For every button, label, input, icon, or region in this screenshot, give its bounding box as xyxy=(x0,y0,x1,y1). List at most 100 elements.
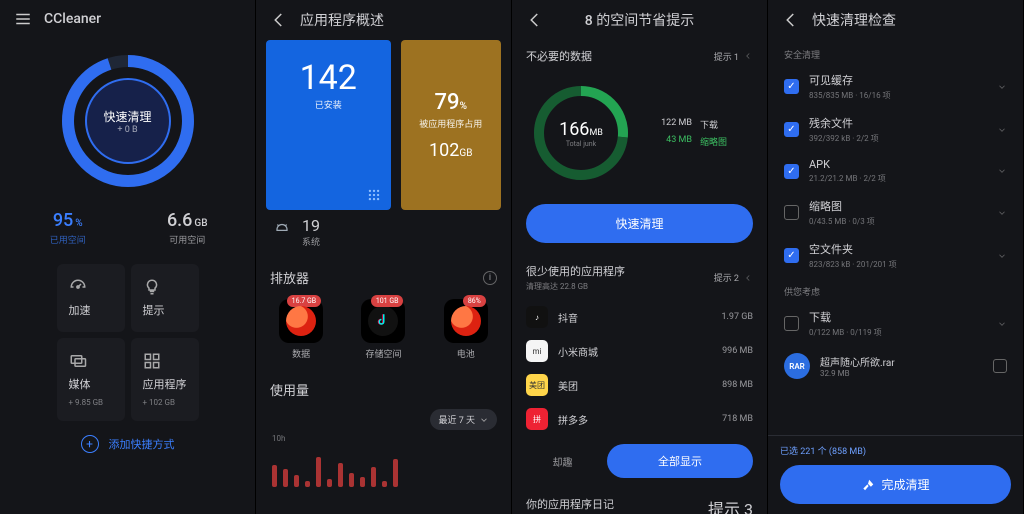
usage-bar xyxy=(382,481,387,487)
usage-heading: 使用量 xyxy=(270,380,309,399)
checkbox[interactable] xyxy=(784,79,799,94)
menu-icon[interactable] xyxy=(14,10,32,28)
chevron-down-icon xyxy=(997,125,1007,135)
finish-clean-button[interactable]: 完成清理 xyxy=(780,465,1011,504)
clean-item-row[interactable]: 空文件夹823/823 kB · 201/201 项 xyxy=(770,234,1021,277)
ring-sub: + 0 B xyxy=(117,125,137,135)
app-icon: 美团 xyxy=(526,374,548,396)
chevron-down-icon xyxy=(997,166,1007,176)
drain-label: 数据 xyxy=(292,347,310,360)
media-icon xyxy=(69,352,87,370)
rar-file-row[interactable]: RAR 超声随心所欲.rar 32.9 MB xyxy=(770,345,1021,387)
info-icon[interactable]: i xyxy=(483,271,497,285)
checkbox[interactable] xyxy=(784,316,799,331)
rare-app-row[interactable]: ♪ 抖音 1.97 GB xyxy=(512,300,767,334)
section-unneeded: 不必要的数据 xyxy=(526,48,592,64)
clean-item-row[interactable]: 可见缓存835/835 MB · 16/16 项 xyxy=(770,65,1021,108)
app-name: 美团 xyxy=(558,378,712,393)
chevron-down-icon xyxy=(997,208,1007,218)
selected-summary: 已选 221 个 (858 MB) xyxy=(780,444,1011,457)
usage-bar xyxy=(349,473,354,487)
axis-label: 10h xyxy=(256,434,511,443)
clean-item-row[interactable]: 残余文件392/392 kB · 2/2 项 xyxy=(770,108,1021,151)
group-safe: 安全清理 xyxy=(770,40,1021,65)
chevron-down-icon xyxy=(997,82,1007,92)
broom-icon xyxy=(861,478,875,492)
usage-bar xyxy=(338,463,343,487)
show-all-button[interactable]: 全部显示 xyxy=(607,444,753,478)
tips-card[interactable]: 提示 xyxy=(131,264,199,332)
occupied-box[interactable]: 79% 被应用程序占用 102GB xyxy=(401,40,502,210)
drain-label: 存储空间 xyxy=(365,347,401,360)
skip-button[interactable]: 却趣 xyxy=(526,454,599,469)
usage-bar xyxy=(327,479,332,487)
grid-dots-icon xyxy=(367,188,381,202)
gauge-icon xyxy=(69,278,87,296)
app-size: 898 MB xyxy=(722,380,753,390)
back-icon[interactable] xyxy=(782,11,800,29)
usage-bar xyxy=(272,465,277,487)
drain-label: 电池 xyxy=(457,347,475,360)
drain-badge: 101 GB xyxy=(371,295,404,307)
system-apps-row[interactable]: 19 系统 xyxy=(256,210,511,248)
range-selector[interactable]: 最近 7 天 xyxy=(430,409,497,430)
android-icon xyxy=(272,222,292,242)
drainer-item[interactable]: 86%电池 xyxy=(444,299,488,360)
usage-bar xyxy=(371,467,376,487)
downloads-row[interactable]: 下载 0/122 MB · 0/119 项 xyxy=(770,302,1021,345)
installed-box[interactable]: 142 已安装 xyxy=(266,40,391,210)
checkbox[interactable] xyxy=(784,164,799,179)
back-icon[interactable] xyxy=(526,11,544,29)
media-card[interactable]: 媒体 + 9.85 GB xyxy=(57,338,125,421)
drainer-item[interactable]: 101 GB存储空间 xyxy=(361,299,405,360)
checkbox[interactable] xyxy=(784,248,799,263)
drainer-heading: 排放器 xyxy=(270,268,309,287)
chevron-down-icon xyxy=(997,319,1007,329)
quick-clean-button[interactable]: 快速清理 xyxy=(526,204,753,243)
add-shortcut-button[interactable]: + 添加快捷方式 xyxy=(65,421,191,467)
checkbox[interactable] xyxy=(993,359,1007,373)
app-size: 1.97 GB xyxy=(721,312,753,322)
page-title: 应用程序概述 xyxy=(300,10,497,30)
rare-app-row[interactable]: 美团美团 898 MB xyxy=(512,368,767,402)
app-icon: 拼 xyxy=(526,408,548,430)
rare-app-row[interactable]: mi小米商城996 MB xyxy=(512,334,767,368)
app-name: 抖音 xyxy=(558,310,711,325)
usage-bar xyxy=(283,469,288,487)
usage-bar xyxy=(294,475,299,487)
tip-1-toggle[interactable]: 提示 1 xyxy=(714,50,753,63)
group-review: 供您考虑 xyxy=(770,277,1021,302)
junk-ring: 166MB Total junk xyxy=(526,78,636,188)
clean-item-row[interactable]: 缩略图0/43.5 MB · 0/3 项 xyxy=(770,191,1021,234)
free-space-stat: 6.6GB 可用空间 xyxy=(128,210,248,246)
quick-clean-ring[interactable]: 快速清理 + 0 B xyxy=(53,46,203,196)
usage-bar xyxy=(393,459,398,487)
app-size: 718 MB xyxy=(722,414,753,424)
tip-2-toggle[interactable]: 提示 2 xyxy=(714,271,753,284)
checkbox[interactable] xyxy=(784,122,799,137)
usage-bar xyxy=(316,457,321,487)
back-icon[interactable] xyxy=(270,11,288,29)
app-size: 996 MB xyxy=(722,346,753,356)
section-rare-apps: 很少使用的应用程序 xyxy=(526,263,625,279)
checkbox[interactable] xyxy=(784,205,799,220)
used-space-stat: 95% 已用空间 xyxy=(8,210,128,246)
app-name: 小米商城 xyxy=(558,344,712,359)
page-title: 快速清理检查 xyxy=(812,10,1009,30)
drainer-item[interactable]: 16.7 GB数据 xyxy=(279,299,323,360)
clean-item-row[interactable]: APK21.2/21.2 MB · 2/2 项 xyxy=(770,151,1021,191)
boost-card[interactable]: 加速 xyxy=(57,264,125,332)
app-icon: ♪ xyxy=(526,306,548,328)
tip-3-toggle[interactable]: 提示 3 xyxy=(708,496,753,514)
bulb-icon xyxy=(143,278,161,296)
chevron-down-icon xyxy=(997,251,1007,261)
apps-card[interactable]: 应用程序 + 102 GB xyxy=(131,338,199,421)
ring-label: 快速清理 xyxy=(103,108,151,125)
usage-chart xyxy=(256,447,511,487)
rare-app-row[interactable]: 拼拼多多718 MB xyxy=(512,402,767,436)
app-title: CCleaner xyxy=(44,11,241,27)
diary-title: 你的应用程序日记 xyxy=(526,496,654,512)
plus-icon: + xyxy=(81,435,99,453)
grid-icon xyxy=(143,352,161,370)
usage-bar xyxy=(360,477,365,487)
